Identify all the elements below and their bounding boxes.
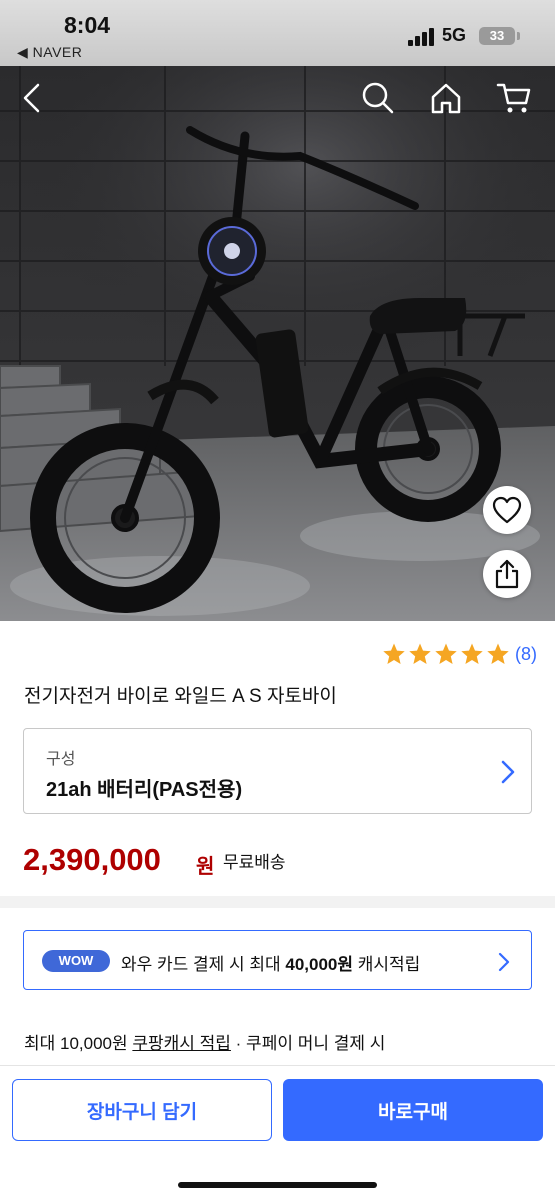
chevron-right-icon	[501, 760, 515, 784]
star-icon	[487, 643, 509, 664]
star-icon	[461, 643, 483, 664]
shipping-info: 무료배송	[223, 853, 286, 872]
wow-text: 와우 카드 결제 시 최대 40,000원 캐시적립	[121, 950, 420, 975]
wow-card-banner[interactable]: WOW 와우 카드 결제 시 최대 40,000원 캐시적립	[23, 930, 532, 990]
search-icon	[362, 82, 394, 114]
product-title: 전기자전거 바이로 와일드 A S 자토바이	[24, 686, 337, 707]
product-photo	[0, 66, 555, 621]
star-icon	[383, 643, 405, 664]
chevron-right-icon	[498, 952, 510, 972]
bottom-action-bar: 장바구니 담기 바로구매	[0, 1065, 555, 1200]
share-icon	[495, 559, 519, 589]
review-count[interactable]: (8)	[515, 644, 537, 665]
cash-suffix: · 쿠페이 머니 결제 시	[230, 1034, 386, 1053]
share-button[interactable]	[483, 550, 531, 598]
search-button[interactable]	[356, 76, 400, 120]
back-to-app-link[interactable]: ◀ NAVER	[17, 44, 82, 61]
home-button[interactable]	[424, 76, 468, 120]
signal-icon	[408, 28, 436, 46]
price-value: 2,390,000	[23, 842, 161, 877]
home-indicator[interactable]	[178, 1182, 377, 1188]
heart-icon	[492, 496, 522, 524]
price-unit: 원	[196, 856, 215, 878]
option-value: 21ah 배터리(PAS전용)	[46, 779, 243, 801]
cart-button[interactable]	[492, 76, 536, 120]
cart-icon	[496, 83, 531, 113]
back-button[interactable]	[10, 76, 54, 120]
battery-tip	[517, 32, 520, 40]
home-icon	[431, 83, 461, 114]
option-selector[interactable]: 구성 21ah 배터리(PAS전용)	[23, 728, 532, 814]
back-icon	[23, 83, 40, 113]
coupang-cash-link[interactable]: 쿠팡캐시 적립	[132, 1034, 231, 1053]
cash-prefix: 최대 10,000원	[24, 1034, 133, 1053]
status-bar: 8:04 ◀ NAVER 5G 33	[0, 0, 555, 66]
star-icon	[409, 643, 431, 664]
wow-text-after: 캐시적립	[353, 955, 421, 974]
section-divider	[0, 896, 555, 908]
wow-badge: WOW	[42, 950, 110, 972]
option-label: 구성	[46, 751, 76, 768]
product-image[interactable]	[0, 66, 555, 621]
wishlist-button[interactable]	[483, 486, 531, 534]
wow-text-before: 와우 카드 결제 시 최대	[121, 955, 286, 974]
star-icon	[435, 643, 457, 664]
battery-icon: 33	[479, 27, 515, 45]
network-type: 5G	[442, 25, 467, 45]
add-to-cart-button[interactable]: 장바구니 담기	[12, 1079, 272, 1141]
product-rating[interactable]: (8)	[380, 642, 537, 666]
cash-reward-info: 최대 10,000원 쿠팡캐시 적립 · 쿠페이 머니 결제 시	[24, 1029, 385, 1054]
status-time: 8:04	[64, 12, 111, 38]
buy-now-button[interactable]: 바로구매	[283, 1079, 543, 1141]
wow-amount: 40,000원	[285, 955, 354, 974]
